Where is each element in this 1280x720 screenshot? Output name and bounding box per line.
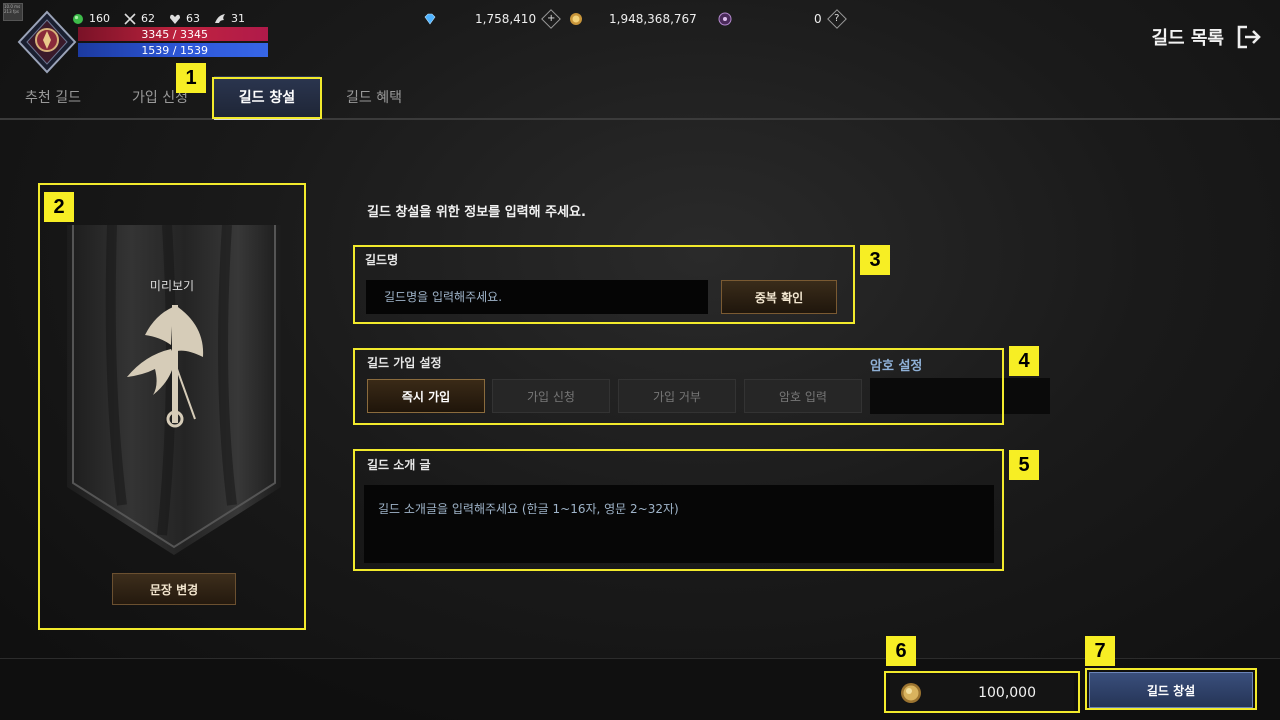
gold-value: 1,948,368,767 bbox=[609, 12, 697, 26]
callout-badge-5: 5 bbox=[1009, 450, 1039, 480]
heart-shield-icon bbox=[170, 14, 180, 24]
password-setting-label: 암호 설정 bbox=[870, 359, 923, 374]
diamond-value: 1,758,410 bbox=[475, 12, 537, 26]
cost-value: 100,000 bbox=[978, 685, 1036, 701]
tab-recommended-guilds[interactable]: 추천 길드 bbox=[5, 76, 101, 118]
crossed-swords-icon bbox=[124, 12, 136, 25]
gold-coin-icon bbox=[901, 683, 921, 703]
join-option-password[interactable]: 암호 입력 bbox=[744, 379, 862, 413]
guild-name-label: 길드명 bbox=[365, 253, 399, 267]
join-option-request[interactable]: 가입 신청 bbox=[492, 379, 610, 413]
question-icon: ? bbox=[833, 13, 840, 24]
character-emblem[interactable] bbox=[17, 10, 77, 74]
stat-value: 160 bbox=[89, 12, 110, 25]
gold-currency: 1,948,368,767 bbox=[569, 12, 697, 26]
guild-intro-label: 길드 소개 글 bbox=[367, 458, 431, 472]
guild-intro-textarea[interactable] bbox=[364, 485, 994, 563]
guild-list-label: 길드 목록 bbox=[1151, 28, 1224, 49]
callout-badge-4: 4 bbox=[1009, 346, 1039, 376]
emblem-preview-panel: 미리보기 문장 변경 bbox=[40, 185, 304, 628]
axe-emblem-icon bbox=[127, 305, 204, 428]
guild-list-button[interactable]: 길드 목록 bbox=[1151, 24, 1262, 50]
hp-value: 3345 / 3345 bbox=[141, 27, 208, 41]
gold-coin-icon bbox=[570, 13, 582, 25]
exit-arrow-icon bbox=[1237, 25, 1261, 49]
guild-name-input[interactable] bbox=[366, 280, 708, 314]
purple-token-icon bbox=[718, 12, 732, 26]
stat-value: 63 bbox=[186, 12, 200, 25]
password-input[interactable] bbox=[870, 378, 1050, 414]
defense-stat: 63 bbox=[169, 12, 200, 25]
green-orb-icon bbox=[73, 13, 83, 24]
callout-badge-6: 6 bbox=[886, 636, 916, 666]
mp-value: 1539 / 1539 bbox=[141, 43, 208, 57]
create-guild-button[interactable]: 길드 창설 bbox=[1089, 672, 1253, 708]
tab-guild-creation[interactable]: 길드 창설 bbox=[214, 76, 320, 120]
token-help-button[interactable]: ? bbox=[826, 9, 847, 29]
plus-icon: + bbox=[546, 12, 556, 24]
callout-badge-2: 2 bbox=[44, 192, 74, 222]
speed-stat: 31 bbox=[214, 12, 245, 25]
preview-label: 미리보기 bbox=[149, 279, 195, 293]
bottom-bar bbox=[0, 658, 1280, 720]
duplicate-check-button[interactable]: 중복 확인 bbox=[721, 280, 837, 314]
attack-stat: 62 bbox=[124, 12, 155, 25]
stat-value: 62 bbox=[141, 12, 155, 25]
diamond-icon bbox=[424, 13, 436, 25]
character-stats: 160 62 63 31 bbox=[72, 12, 245, 25]
token-value: 0 bbox=[814, 12, 822, 26]
stat-value: 31 bbox=[231, 12, 245, 25]
hp-bar: 3345 / 3345 bbox=[78, 27, 268, 41]
callout-badge-7: 7 bbox=[1085, 636, 1115, 666]
form-instruction: 길드 창설을 위한 정보를 입력해 주세요. bbox=[367, 205, 586, 220]
join-setting-label: 길드 가입 설정 bbox=[367, 356, 442, 370]
token-currency: 0 ? bbox=[718, 9, 847, 29]
wing-icon bbox=[215, 13, 225, 23]
join-option-instant[interactable]: 즉시 가입 bbox=[367, 379, 485, 413]
callout-badge-3: 3 bbox=[860, 245, 890, 275]
callout-badge-1: 1 bbox=[176, 63, 206, 93]
level-stat: 160 bbox=[72, 12, 110, 25]
add-diamond-button[interactable]: + bbox=[541, 9, 561, 29]
tab-guild-benefits[interactable]: 길드 혜택 bbox=[326, 76, 422, 118]
diamond-currency: 1,758,410 + bbox=[423, 9, 561, 29]
join-option-reject[interactable]: 가입 거부 bbox=[618, 379, 736, 413]
mp-bar: 1539 / 1539 bbox=[78, 43, 268, 57]
creation-cost: 100,000 bbox=[890, 675, 1074, 711]
change-emblem-button[interactable]: 문장 변경 bbox=[112, 573, 236, 605]
